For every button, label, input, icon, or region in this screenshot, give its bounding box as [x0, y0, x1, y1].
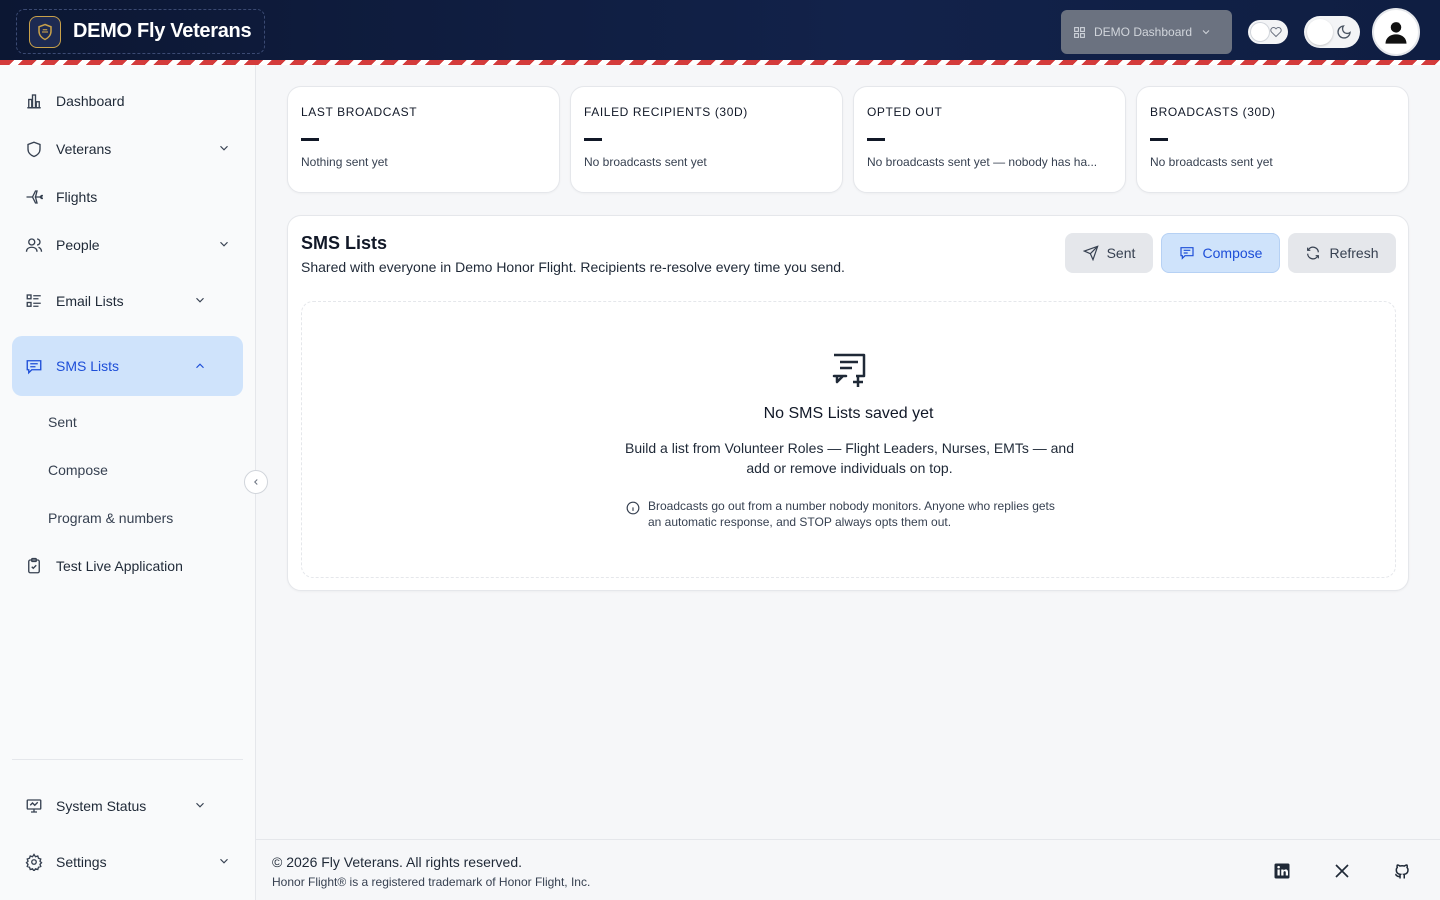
stat-value-dash: [867, 138, 885, 141]
footer: © 2026 Fly Veterans. All rights reserved…: [256, 839, 1440, 900]
page-subtitle: Shared with everyone in Demo Honor Fligh…: [301, 259, 845, 275]
message-plus-icon: [1179, 247, 1194, 260]
stat-value-dash: [301, 138, 319, 141]
sidebar-item-people[interactable]: People: [12, 223, 243, 267]
chevron-down-icon: [196, 802, 204, 808]
list-icon: [24, 291, 44, 311]
stat-subtext: No broadcasts sent yet — nobody has ha..…: [867, 155, 1098, 169]
heart-icon: [1270, 26, 1282, 38]
clipboard-check-icon: [24, 556, 44, 576]
empty-state-note-text: Broadcasts go out from a number nobody m…: [648, 499, 1055, 529]
plane-icon: [24, 187, 44, 207]
shield-logo-icon: [29, 15, 61, 48]
compose-button[interactable]: Compose: [1161, 233, 1280, 273]
message-icon: [24, 356, 44, 376]
sidebar-subitem-compose[interactable]: Compose: [48, 462, 108, 478]
sidebar-item-label: People: [56, 237, 100, 253]
toggle-knob: [1307, 19, 1333, 45]
chevron-down-icon: [220, 145, 228, 151]
sidebar-item-label: SMS Lists: [56, 358, 120, 374]
stat-subtext: No broadcasts sent yet: [1150, 155, 1273, 169]
stat-card-last-broadcast: LAST BROADCAST Nothing sent yet: [287, 86, 560, 193]
sent-button-label: Sent: [1106, 245, 1136, 261]
stat-card-failed-recipients: FAILED RECIPIENTS (30D) No broadcasts se…: [570, 86, 843, 193]
stat-subtext: Nothing sent yet: [301, 155, 388, 169]
stat-label: LAST BROADCAST: [301, 105, 418, 119]
sidebar-item-veterans[interactable]: Veterans: [12, 127, 243, 171]
moon-icon: [1337, 25, 1351, 39]
toggle-knob: [1251, 23, 1269, 41]
refresh-icon: [1307, 246, 1320, 260]
sidebar-item-email-lists[interactable]: Email Lists: [12, 279, 219, 323]
sidebar-item-label: Test Live Application: [56, 558, 183, 574]
sidebar-item-label: Dashboard: [56, 93, 125, 109]
footer-trademark: Honor Flight® is a registered trademark …: [272, 875, 591, 889]
stat-value-dash: [584, 138, 602, 141]
gear-icon: [24, 852, 44, 872]
stat-label: OPTED OUT: [867, 105, 943, 119]
user-icon: [1385, 22, 1407, 44]
chevron-left-icon: [254, 479, 258, 485]
empty-state: No SMS Lists saved yet Build a list from…: [301, 301, 1396, 578]
stat-subtext: No broadcasts sent yet: [584, 155, 707, 169]
top-bar: DEMO Fly Veterans DEMO Dashboard: [0, 0, 1440, 60]
empty-state-note: Broadcasts go out from a number nobody m…: [626, 498, 1066, 530]
chevron-down-icon: [220, 241, 228, 247]
dashboard-select[interactable]: DEMO Dashboard: [1061, 10, 1232, 54]
refresh-button-label: Refresh: [1329, 245, 1379, 261]
linkedin-icon[interactable]: [1273, 862, 1291, 880]
brand[interactable]: DEMO Fly Veterans: [16, 9, 265, 54]
empty-state-title: No SMS Lists saved yet: [763, 405, 934, 422]
compose-button-label: Compose: [1202, 245, 1263, 261]
dashboard-select-label: DEMO Dashboard: [1094, 25, 1193, 39]
user-avatar[interactable]: [1372, 8, 1420, 56]
stat-label: FAILED RECIPIENTS (30D): [584, 105, 748, 119]
send-icon: [1082, 245, 1099, 261]
chevron-up-icon: [196, 363, 204, 369]
stat-value-dash: [1150, 138, 1168, 141]
sidebar-item-label: Settings: [56, 854, 107, 870]
sms-lists-panel: SMS Lists Shared with everyone in Demo H…: [287, 215, 1409, 591]
sidebar-subitem-sent[interactable]: Sent: [48, 414, 77, 430]
sidebar-divider: [12, 759, 243, 760]
monitor-icon: [24, 796, 44, 816]
sidebar-item-label: Email Lists: [56, 293, 124, 309]
sidebar: Dashboard Veterans Flights People Email …: [0, 65, 256, 900]
refresh-button[interactable]: Refresh: [1288, 233, 1396, 273]
sidebar-item-sms-lists[interactable]: SMS Lists: [12, 336, 243, 396]
sidebar-collapse-button[interactable]: [244, 470, 268, 494]
sidebar-item-label: System Status: [56, 798, 147, 814]
bar-chart-icon: [24, 91, 44, 111]
patriotic-theme-toggle[interactable]: [1248, 20, 1288, 44]
x-twitter-icon[interactable]: [1333, 862, 1351, 880]
sidebar-item-test-live-application[interactable]: Test Live Application: [12, 544, 243, 588]
sidebar-item-settings[interactable]: Settings: [12, 840, 243, 884]
stat-card-broadcasts: BROADCASTS (30D) No broadcasts sent yet: [1136, 86, 1409, 193]
sidebar-item-label: Veterans: [56, 141, 112, 157]
stat-card-opted-out: OPTED OUT No broadcasts sent yet — nobod…: [853, 86, 1126, 193]
info-icon: [626, 501, 640, 515]
chevron-down-icon: [1202, 30, 1210, 35]
sidebar-item-system-status[interactable]: System Status: [12, 784, 219, 828]
dark-mode-toggle[interactable]: [1304, 16, 1360, 48]
stat-label: BROADCASTS (30D): [1150, 105, 1276, 119]
sidebar-subitem-program-numbers[interactable]: Program & numbers: [48, 510, 173, 526]
chevron-down-icon: [220, 858, 228, 864]
sent-button[interactable]: Sent: [1065, 233, 1153, 273]
empty-state-description: Build a list from Volunteer Roles — Flig…: [625, 440, 1074, 476]
message-plus-icon: [832, 353, 866, 387]
page-title: SMS Lists: [301, 233, 388, 253]
shield-icon: [24, 139, 44, 159]
brand-title: DEMO Fly Veterans: [73, 20, 252, 42]
grid-icon: [1074, 26, 1085, 38]
sidebar-item-flights[interactable]: Flights: [12, 175, 243, 219]
sidebar-item-label: Flights: [56, 189, 98, 205]
github-icon[interactable]: [1393, 862, 1411, 880]
users-icon: [24, 235, 44, 255]
chevron-down-icon: [196, 297, 204, 303]
sidebar-item-dashboard[interactable]: Dashboard: [12, 79, 243, 123]
footer-copyright: © 2026 Fly Veterans. All rights reserved…: [272, 854, 522, 870]
